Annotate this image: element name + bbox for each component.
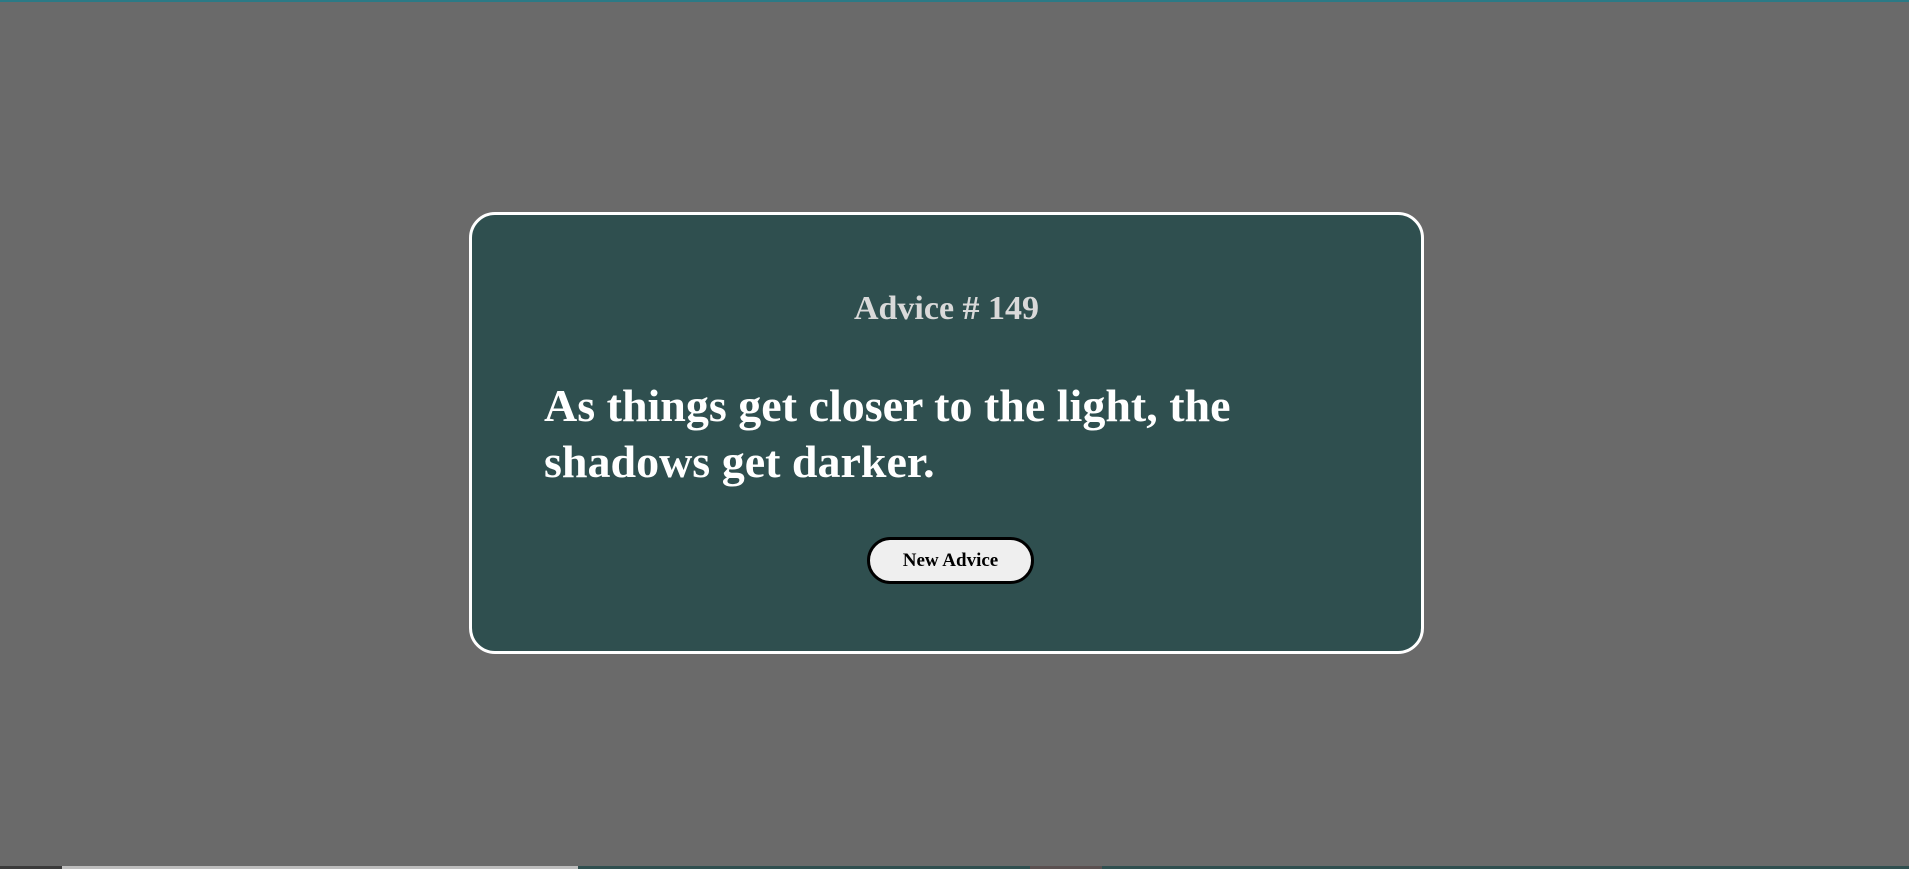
advice-card: Advice # 149 As things get closer to the… bbox=[469, 212, 1424, 654]
advice-quote: As things get closer to the light, the s… bbox=[544, 380, 1231, 487]
top-accent-bar bbox=[0, 0, 1909, 2]
advice-id-heading: Advice # 149 bbox=[853, 290, 1040, 327]
page: Advice # 149 As things get closer to the… bbox=[0, 0, 1909, 869]
new-advice-button[interactable]: New Advice bbox=[867, 537, 1034, 584]
